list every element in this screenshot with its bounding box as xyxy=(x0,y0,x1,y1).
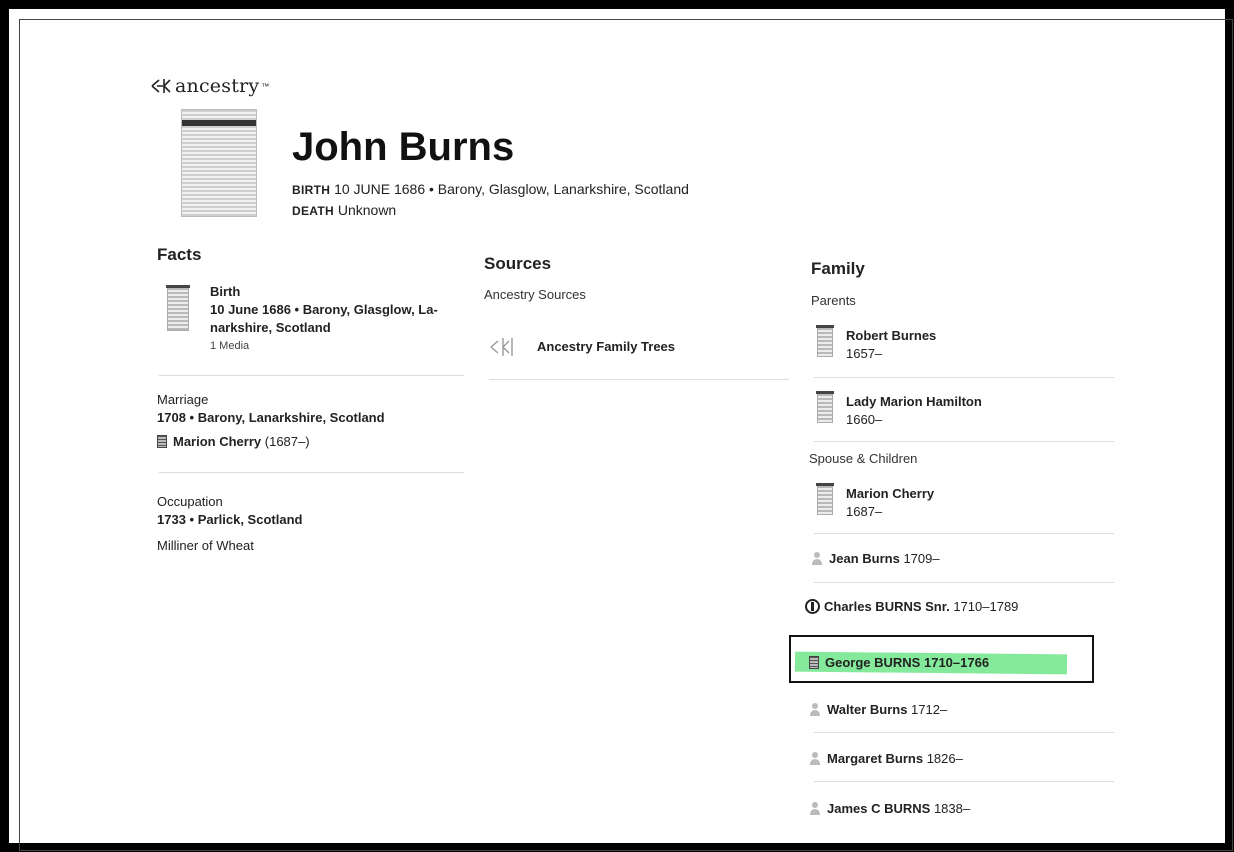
birth-value: 10 JUNE 1686 • Barony, Glasglow, Lanarks… xyxy=(334,181,689,197)
child-walter-burns[interactable]: Walter Burns 1712– xyxy=(809,702,947,717)
divider xyxy=(814,377,1114,378)
child-name: Jean Burns xyxy=(829,551,900,566)
family-heading: Family xyxy=(811,259,865,278)
birth-fact-line1: 10 June 1686 • Barony, Glasglow, La- xyxy=(210,302,438,317)
ancestry-leaf-icon xyxy=(151,79,171,93)
death-value: Unknown xyxy=(337,202,397,218)
record-icon xyxy=(816,325,834,357)
death-label: DEATH xyxy=(292,204,334,218)
person-icon xyxy=(809,802,821,815)
parent-years: 1657– xyxy=(846,346,883,361)
life-events: BIRTH 10 JUNE 1686 • Barony, Glasglow, L… xyxy=(292,179,689,221)
marriage-detail: 1708 • Barony, Lanarkshire, Scotland xyxy=(157,410,385,425)
person-name: John Burns xyxy=(292,125,515,169)
spouse-years: 1687– xyxy=(846,504,883,519)
occupation-fact[interactable]: Occupation 1733 • Parlick, Scotland Mill… xyxy=(157,493,302,555)
child-jean-burns[interactable]: Jean Burns 1709– xyxy=(811,551,940,566)
divider xyxy=(159,472,464,473)
sources-subheading: Ancestry Sources xyxy=(484,287,586,302)
child-margaret-burns[interactable]: Margaret Burns 1826– xyxy=(809,751,963,766)
ancestry-profile-page: ancestry ™ John Burns BIRTH 10 JUNE 1686 … xyxy=(9,9,1231,849)
child-name: James C BURNS xyxy=(827,801,931,816)
child-name: Charles BURNS Snr. xyxy=(824,599,950,614)
child-charles-burns[interactable]: Charles BURNS Snr. 1710–1789 xyxy=(805,599,1018,614)
spouse-name: Marion Cherry xyxy=(846,486,935,501)
child-name: George BURNS xyxy=(825,655,921,670)
record-icon xyxy=(157,435,167,448)
child-years: 1712– xyxy=(911,702,948,717)
child-years: 1710–1766 xyxy=(923,655,990,670)
child-name: Margaret Burns xyxy=(827,751,924,766)
divider xyxy=(814,582,1114,583)
person-icon xyxy=(811,552,823,565)
ancestry-family-trees-link[interactable]: Ancestry Family Trees xyxy=(489,335,675,359)
logo-text: ancestry xyxy=(175,75,260,97)
spouse-marion-cherry[interactable]: Marion Cherry 1687– xyxy=(846,485,934,521)
child-george-burns[interactable]: George BURNS 1710–1766 xyxy=(809,655,989,670)
birth-fact-line2: narkshire, Scotland xyxy=(210,320,331,335)
marriage-spouse-name: Marion Cherry xyxy=(173,434,262,449)
birth-fact-title: Birth xyxy=(210,284,241,299)
occupation-detail: 1733 • Parlick, Scotland xyxy=(157,512,303,527)
ancestry-logo: ancestry ™ xyxy=(151,75,269,97)
child-james-c-burns[interactable]: James C BURNS 1838– xyxy=(809,801,970,816)
facts-heading: Facts xyxy=(157,245,202,264)
logo-trademark: ™ xyxy=(261,81,270,91)
parent-lady-marion-hamilton[interactable]: Lady Marion Hamilton 1660– xyxy=(846,393,982,429)
divider xyxy=(814,533,1114,534)
person-icon xyxy=(809,752,821,765)
birth-line: BIRTH 10 JUNE 1686 • Barony, Glasglow, L… xyxy=(292,179,689,200)
child-years: 1710–1789 xyxy=(953,599,1019,614)
marriage-title: Marriage xyxy=(157,392,209,407)
birth-media-count: 1 Media xyxy=(210,340,250,352)
divider xyxy=(814,441,1114,442)
child-years: 1826– xyxy=(926,751,963,766)
sources-heading: Sources xyxy=(484,254,552,273)
birth-record-icon[interactable] xyxy=(166,285,190,331)
record-icon xyxy=(809,656,819,669)
divider xyxy=(159,375,464,376)
record-icon xyxy=(816,391,834,423)
record-hint-icon xyxy=(805,599,820,614)
marriage-spouse-years: (1687–) xyxy=(264,434,310,449)
child-years: 1838– xyxy=(933,801,971,816)
parent-years: 1660– xyxy=(846,412,883,427)
person-icon xyxy=(809,703,821,716)
divider xyxy=(814,781,1114,782)
ancestry-family-trees-label: Ancestry Family Trees xyxy=(537,339,676,354)
child-years: 1709– xyxy=(903,551,940,566)
parent-robert-burnes[interactable]: Robert Burnes 1657– xyxy=(846,327,936,363)
marriage-fact[interactable]: Marriage 1708 • Barony, Lanarkshire, Sco… xyxy=(157,391,385,451)
divider xyxy=(489,379,789,380)
occupation-title: Occupation xyxy=(157,494,223,509)
parent-name: Robert Burnes xyxy=(846,328,937,343)
spouse-children-label: Spouse & Children xyxy=(809,451,918,466)
birth-fact[interactable]: Birth 10 June 1686 • Barony, Glasglow, L… xyxy=(210,283,438,355)
document-frame: ancestry ™ John Burns BIRTH 10 JUNE 1686 … xyxy=(6,6,1233,851)
child-name: Walter Burns xyxy=(827,702,908,717)
divider xyxy=(814,732,1114,733)
profile-record-thumbnail[interactable] xyxy=(181,109,257,217)
occupation-description: Milliner of Wheat xyxy=(157,538,254,553)
parent-name: Lady Marion Hamilton xyxy=(846,394,982,409)
birth-label: BIRTH xyxy=(292,183,331,197)
marriage-spouse[interactable]: Marion Cherry (1687–) xyxy=(157,433,385,451)
family-tree-icon xyxy=(490,338,513,356)
death-line: DEATH Unknown xyxy=(292,200,689,221)
parents-label: Parents xyxy=(811,293,856,308)
record-icon xyxy=(816,483,834,515)
